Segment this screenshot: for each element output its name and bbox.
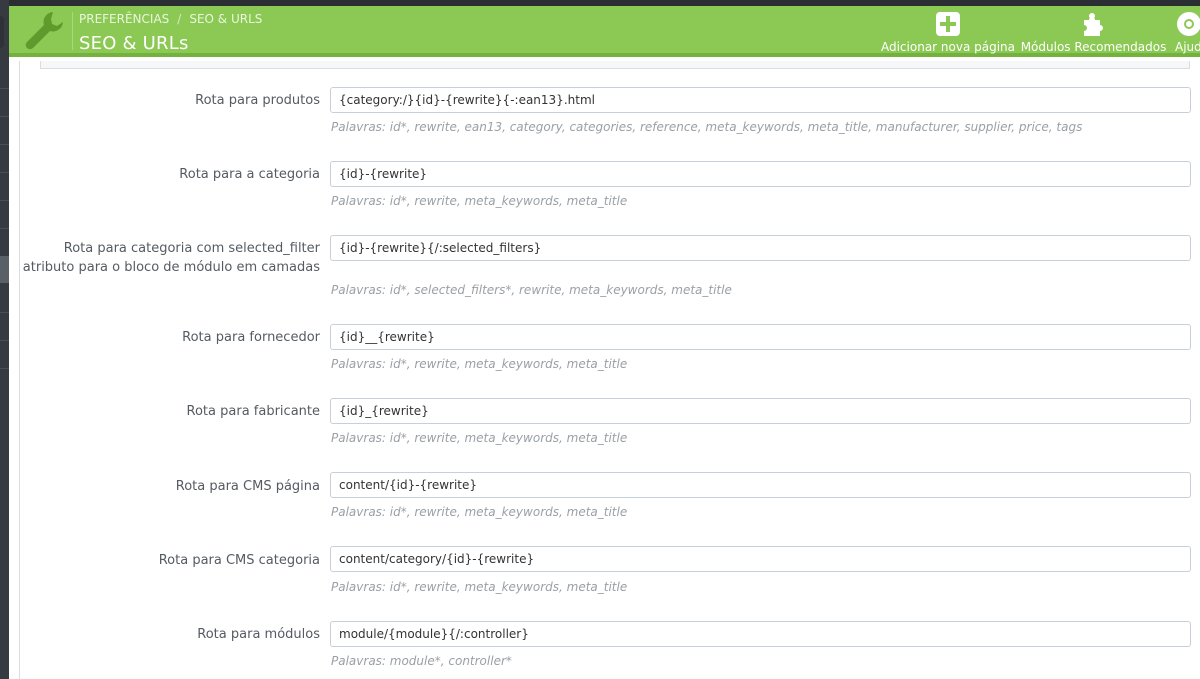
route-help-text: Palavras: id*, selected_filters*, rewrit…: [331, 283, 732, 297]
header-divider: [72, 12, 73, 50]
sidebar-divider: [0, 228, 9, 229]
route-cms-category-input[interactable]: [330, 546, 1191, 572]
breadcrumb-item[interactable]: SEO & URLS: [189, 12, 262, 26]
breadcrumb-separator: /: [177, 12, 182, 26]
wrench-icon: [17, 8, 69, 54]
sidebar-divider: [0, 116, 9, 117]
sidebar-divider: [0, 340, 9, 341]
add-page-button[interactable]: Adicionar nova página: [881, 10, 1015, 54]
route-label: Rota para fabricante: [186, 404, 320, 419]
route-label: Rota para CMS página: [175, 479, 320, 494]
plus-square-icon: [934, 10, 962, 38]
help-button[interactable]: Ajuda: [1175, 10, 1200, 54]
route-help-text: Palavras: id*, rewrite, meta_keywords, m…: [331, 505, 628, 519]
route-label: Rota para módulos: [197, 627, 320, 642]
sidebar-divider: [0, 172, 9, 173]
recommended-modules-label: Módulos Recomendados: [1020, 40, 1167, 54]
route-manufacturer-input[interactable]: [330, 398, 1191, 424]
route-label: Rota para a categoria: [179, 167, 320, 182]
sidebar-toggle-handle[interactable]: [0, 16, 4, 48]
route-modules-input[interactable]: [330, 621, 1191, 647]
sidebar-divider: [0, 144, 9, 145]
route-label: Rota para CMS categoria: [158, 553, 320, 568]
route-cms-page-input[interactable]: [330, 472, 1191, 498]
route-label: Rota para categoria com selected_filter: [63, 241, 320, 256]
route-help-text: Palavras: module*, controller*: [331, 654, 512, 668]
puzzle-icon: [1080, 10, 1108, 38]
route-help-text: Palavras: id*, rewrite, ean13, category,…: [331, 120, 1083, 134]
sidebar-divider: [0, 312, 9, 313]
sidebar-divider: [0, 368, 9, 369]
admin-sidebar[interactable]: [0, 0, 9, 679]
route-help-text: Palavras: id*, rewrite, meta_keywords, m…: [331, 580, 628, 594]
route-category-input[interactable]: [330, 161, 1191, 187]
route-layered-category-input[interactable]: [330, 235, 1191, 261]
route-products-input[interactable]: [330, 87, 1191, 113]
route-help-text: Palavras: id*, rewrite, meta_keywords, m…: [331, 357, 628, 371]
breadcrumb: PREFERÊNCIAS / SEO & URLS: [79, 12, 262, 26]
route-help-text: Palavras: id*, rewrite, meta_keywords, m…: [331, 194, 628, 208]
route-help-text: Palavras: id*, rewrite, meta_keywords, m…: [331, 431, 628, 445]
page-title: SEO & URLs: [79, 33, 189, 54]
breadcrumb-item[interactable]: PREFERÊNCIAS: [79, 12, 169, 26]
sidebar-active-item[interactable]: [0, 256, 9, 283]
route-label: Rota para produtos: [195, 93, 320, 108]
route-supplier-input[interactable]: [330, 324, 1191, 350]
route-label: Rota para fornecedor: [182, 330, 320, 345]
page-header: PREFERÊNCIAS / SEO & URLS SEO & URLs Adi…: [9, 6, 1200, 57]
lifebuoy-icon: [1175, 10, 1200, 38]
panel-heading-edge: [40, 61, 1190, 69]
sidebar-divider: [0, 200, 9, 201]
add-page-label: Adicionar nova página: [880, 40, 1016, 54]
recommended-modules-button[interactable]: Módulos Recomendados: [1021, 10, 1166, 54]
sidebar-divider: [0, 88, 9, 89]
help-label: Ajuda: [1175, 40, 1200, 54]
route-label-line2: atributo para o bloco de módulo em camad…: [22, 260, 320, 275]
